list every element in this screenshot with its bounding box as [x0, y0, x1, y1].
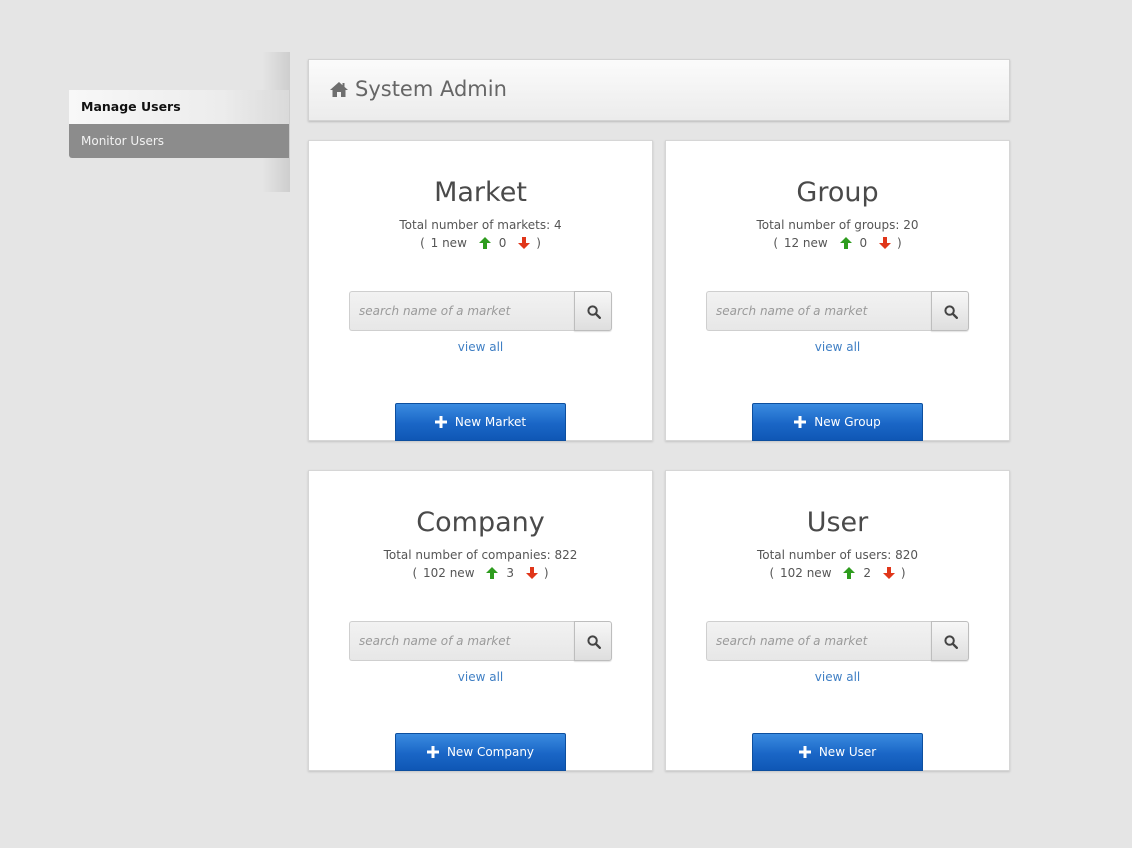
new-market-button[interactable]: New Market: [395, 403, 566, 441]
new-count: 12 new: [783, 236, 828, 250]
search-box: [349, 291, 612, 331]
market-card: Market Total number of markets: 4 ( 1 ne…: [308, 140, 653, 441]
card-total: Total number of groups: 20: [756, 218, 919, 232]
up-count: 2: [863, 566, 871, 580]
plus-icon: [798, 736, 811, 772]
search-button[interactable]: [931, 621, 969, 661]
card-title: Market: [434, 177, 527, 208]
new-company-button[interactable]: New Company: [395, 733, 566, 771]
card-stats: ( 12 new 0 ): [773, 236, 902, 252]
arrow-down-icon: [882, 567, 895, 582]
plus-icon: [426, 736, 439, 772]
search-box: [349, 621, 612, 661]
arrow-up-icon: [843, 567, 856, 582]
search-input[interactable]: [349, 621, 575, 661]
sidebar-item-manage-users[interactable]: Manage Users: [69, 90, 289, 124]
new-group-button[interactable]: New Group: [752, 403, 923, 441]
button-label: New User: [818, 745, 877, 759]
search-button[interactable]: [931, 291, 969, 331]
card-stats: ( 1 new 0 ): [420, 236, 541, 252]
view-all-link[interactable]: view all: [666, 670, 1009, 684]
up-count: 3: [506, 566, 514, 580]
arrow-up-icon: [839, 237, 852, 252]
sidebar: Manage Users Monitor Users: [69, 90, 289, 158]
arrow-down-icon: [879, 237, 891, 252]
page-header: System Admin: [308, 59, 1010, 121]
arrow-down-icon: [525, 567, 538, 582]
search-icon: [587, 635, 601, 649]
view-all-link[interactable]: view all: [666, 340, 1009, 354]
card-total: Total number of users: 820: [756, 548, 919, 562]
new-count: 102 new: [422, 566, 475, 580]
home-icon[interactable]: [329, 81, 349, 102]
search-input[interactable]: [706, 621, 932, 661]
card-title: Company: [416, 507, 545, 538]
search-input[interactable]: [349, 291, 575, 331]
search-button[interactable]: [574, 621, 612, 661]
search-icon: [944, 635, 958, 649]
arrow-down-icon: [518, 237, 531, 252]
button-label: New Group: [814, 415, 881, 429]
arrow-up-icon: [478, 237, 491, 252]
card-title: User: [806, 507, 869, 538]
search-button[interactable]: [574, 291, 612, 331]
button-label: New Company: [446, 745, 535, 759]
card-total: Total number of companies: 822: [383, 548, 578, 562]
up-count: 0: [498, 236, 507, 250]
plus-icon: [794, 406, 807, 442]
company-card: Company Total number of companies: 822 (…: [308, 470, 653, 771]
card-total: Total number of markets: 4: [399, 218, 562, 232]
new-count: 1 new: [430, 236, 467, 250]
search-icon: [944, 305, 958, 319]
new-count: 102 new: [779, 566, 832, 580]
view-all-link[interactable]: view all: [309, 670, 652, 684]
search-box: [706, 291, 969, 331]
new-user-button[interactable]: New User: [752, 733, 923, 771]
arrow-up-icon: [486, 567, 499, 582]
up-count: 0: [859, 236, 868, 250]
search-box: [706, 621, 969, 661]
card-stats: ( 102 new 3 ): [412, 566, 549, 582]
page-title: System Admin: [355, 77, 507, 101]
search-icon: [587, 305, 601, 319]
plus-icon: [434, 406, 447, 442]
sidebar-item-monitor-users[interactable]: Monitor Users: [69, 124, 289, 158]
view-all-link[interactable]: view all: [309, 340, 652, 354]
user-card: User Total number of users: 820 ( 102 ne…: [665, 470, 1010, 771]
group-card: Group Total number of groups: 20 ( 12 ne…: [665, 140, 1010, 441]
card-stats: ( 102 new 2 ): [769, 566, 906, 582]
search-input[interactable]: [706, 291, 932, 331]
card-title: Group: [796, 177, 879, 208]
button-label: New Market: [454, 415, 527, 429]
